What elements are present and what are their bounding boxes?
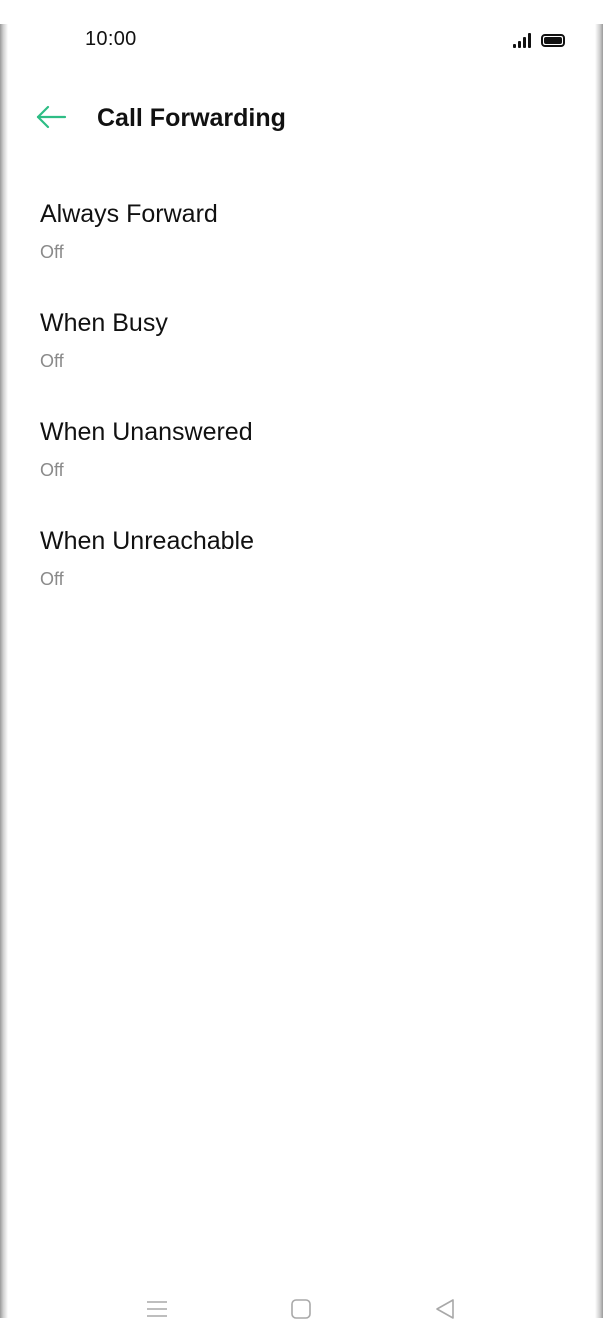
- back-triangle-icon: [436, 1299, 454, 1319]
- signal-icon: [513, 32, 531, 48]
- battery-icon: [541, 34, 565, 47]
- nav-back-button[interactable]: [430, 1294, 460, 1324]
- item-status: Off: [40, 460, 64, 480]
- item-status: Off: [40, 351, 64, 371]
- when-busy-item[interactable]: When Busy Off: [0, 299, 603, 408]
- system-navigation-bar: [0, 1272, 603, 1342]
- nav-home-button[interactable]: [286, 1294, 316, 1324]
- call-forwarding-list: Always Forward Off When Busy Off When Un…: [0, 190, 603, 626]
- arrow-left-icon: [36, 105, 67, 129]
- item-title: When Unanswered: [40, 418, 253, 446]
- status-icons: [513, 28, 565, 48]
- home-icon: [291, 1299, 311, 1319]
- item-title: When Unreachable: [40, 527, 255, 555]
- always-forward-item[interactable]: Always Forward Off: [0, 190, 603, 299]
- status-time: 10:00: [85, 28, 137, 50]
- when-unanswered-item[interactable]: When Unanswered Off: [0, 408, 603, 517]
- app-header: Call Forwarding: [0, 88, 603, 148]
- when-unreachable-item[interactable]: When Unreachable Off: [0, 517, 603, 626]
- item-title: Always Forward: [40, 200, 218, 228]
- item-status: Off: [40, 242, 64, 262]
- back-button[interactable]: [32, 102, 72, 136]
- page-title: Call Forwarding: [97, 104, 286, 132]
- phone-screen: 10:00 Call Forwarding Always Forward Off: [0, 0, 603, 1342]
- status-bar: 10:00: [0, 0, 603, 70]
- nav-menu-button[interactable]: [142, 1294, 172, 1324]
- menu-icon: [147, 1301, 167, 1317]
- item-status: Off: [40, 569, 64, 589]
- item-title: When Busy: [40, 309, 168, 337]
